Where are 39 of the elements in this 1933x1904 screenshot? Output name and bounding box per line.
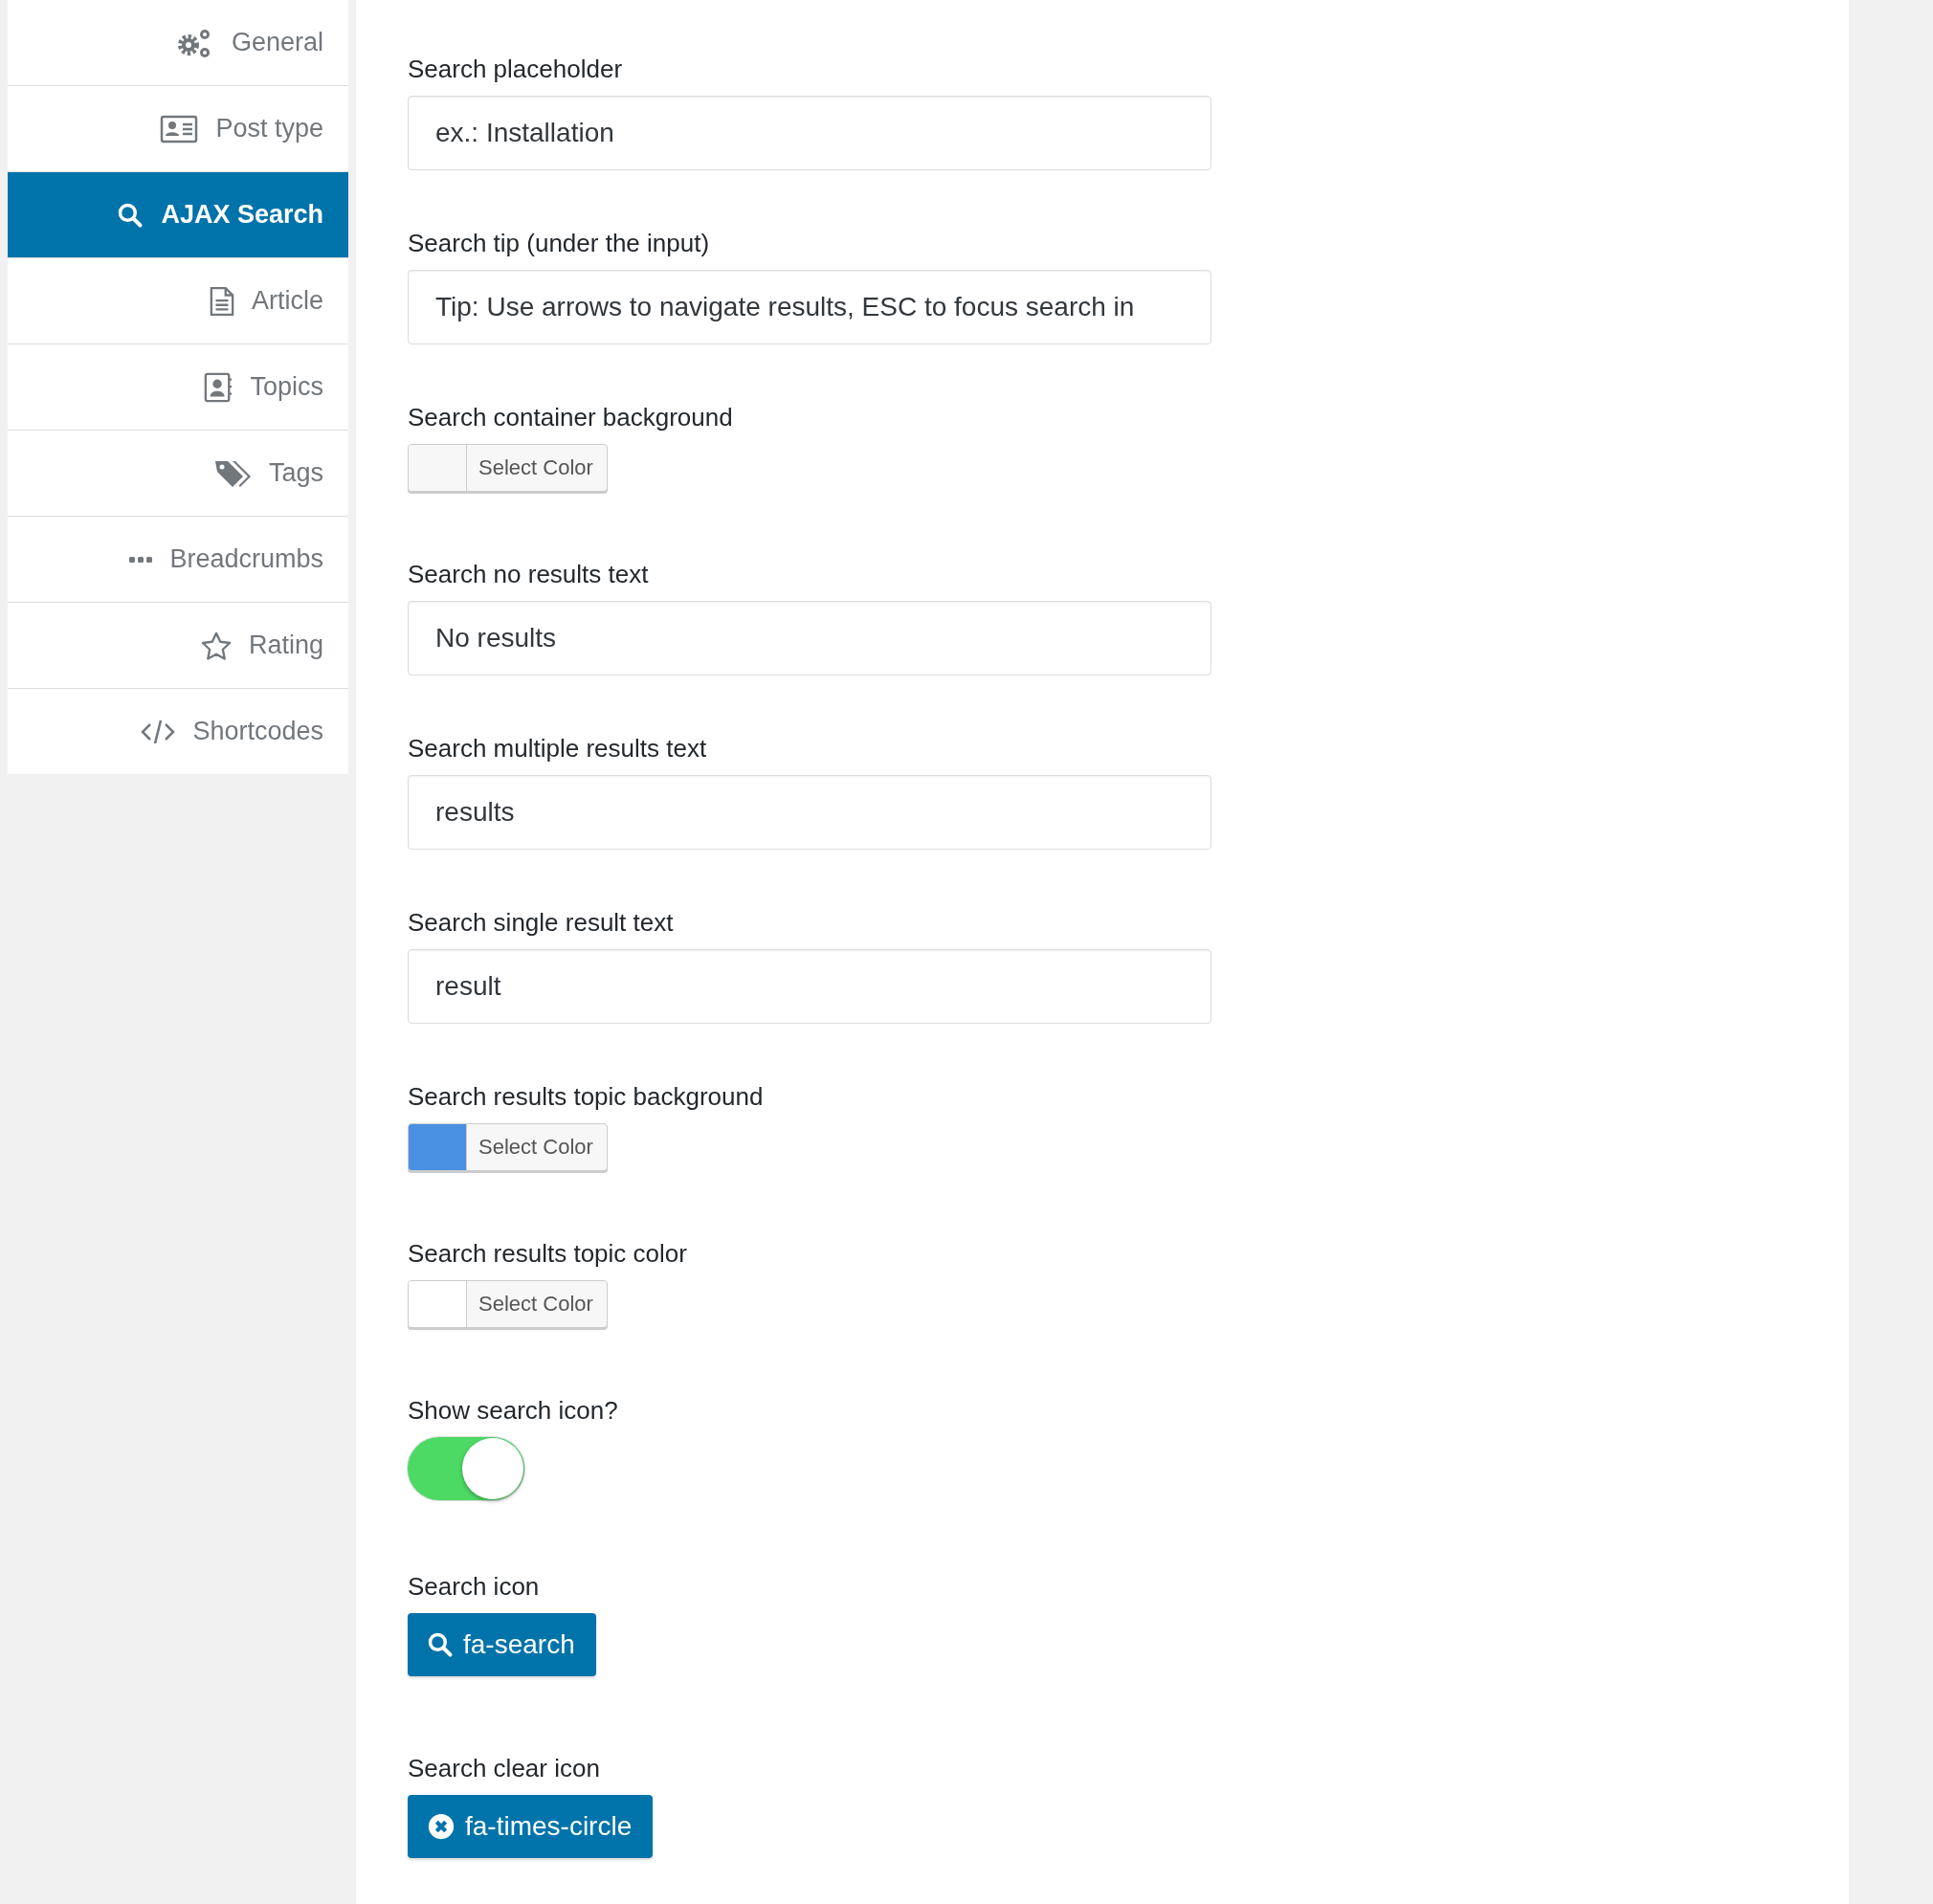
field-label: Show search icon? bbox=[408, 1395, 618, 1426]
sidebar-item[interactable]: Rating bbox=[8, 603, 348, 689]
field-label: Search single result text bbox=[408, 907, 674, 938]
field-label: Search results topic color bbox=[408, 1238, 687, 1269]
input-field[interactable]: Tip: Use arrows to navigate results, ESC to focus search in bbox=[408, 270, 1211, 344]
sidebar-item[interactable]: General bbox=[8, 0, 348, 86]
field-label: Search no results text bbox=[408, 559, 649, 589]
field-label: Search icon bbox=[408, 1571, 540, 1602]
sidebar-item[interactable]: Breadcrumbs bbox=[8, 517, 348, 603]
toggle-switch[interactable] bbox=[408, 1437, 524, 1500]
field-label: Search multiple results text bbox=[408, 733, 707, 764]
code-icon bbox=[141, 718, 176, 745]
icon-picker-button[interactable]: fa-times-circle bbox=[408, 1795, 654, 1858]
sidebar-item[interactable]: Article bbox=[8, 258, 348, 344]
close-circle-icon bbox=[427, 1812, 455, 1841]
field-label: Search container background bbox=[408, 402, 733, 432]
id-card-icon bbox=[160, 113, 199, 144]
field-label: Search results topic background bbox=[408, 1081, 764, 1112]
field-label: Search placeholder bbox=[408, 54, 623, 84]
dots-icon bbox=[129, 555, 153, 564]
sidebar-item[interactable]: Topics bbox=[8, 344, 348, 431]
input-field[interactable]: No results bbox=[408, 601, 1211, 675]
color-picker-button[interactable]: Select Color bbox=[408, 444, 608, 492]
document-icon bbox=[210, 285, 234, 317]
input-field[interactable]: ex.: Installation bbox=[408, 96, 1211, 170]
contact-book-icon bbox=[204, 371, 233, 403]
input-field[interactable]: results bbox=[408, 775, 1211, 850]
star-icon bbox=[200, 631, 232, 660]
color-picker-button[interactable]: Select Color bbox=[408, 1123, 608, 1171]
input-field[interactable]: result bbox=[408, 949, 1211, 1024]
field-label: Search tip (under the input) bbox=[408, 228, 710, 258]
color-picker-button[interactable]: Select Color bbox=[408, 1280, 608, 1328]
search-icon bbox=[117, 201, 144, 229]
search-icon bbox=[427, 1631, 454, 1658]
sidebar-item[interactable]: Shortcodes bbox=[8, 689, 348, 774]
sidebar-item[interactable]: AJAX Search bbox=[8, 172, 348, 258]
sidebar-item[interactable]: Tags bbox=[8, 431, 348, 517]
field-label: Search clear icon bbox=[408, 1753, 600, 1783]
icon-picker-button[interactable]: fa-search bbox=[408, 1613, 596, 1676]
